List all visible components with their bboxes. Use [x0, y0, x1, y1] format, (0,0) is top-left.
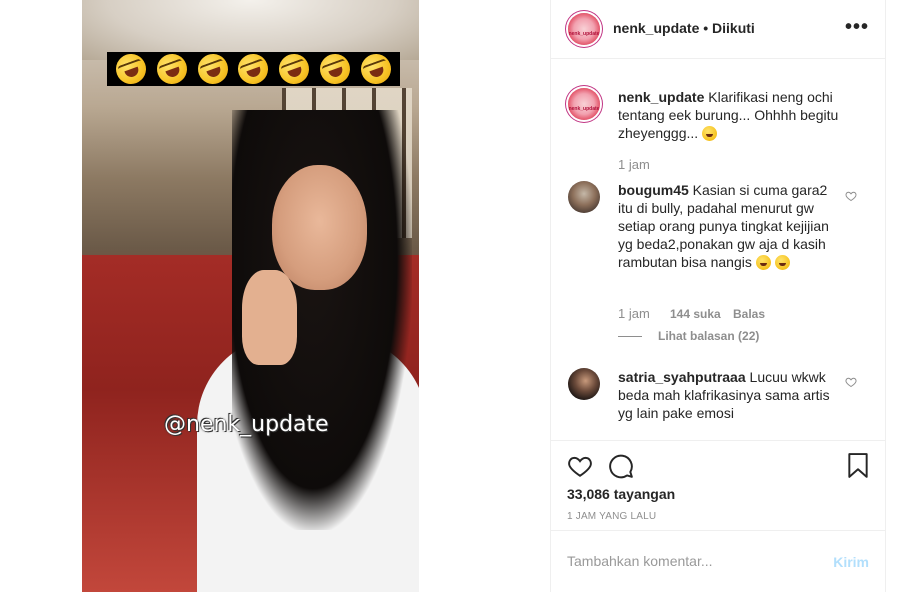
like-heart-icon[interactable]	[567, 453, 593, 479]
grinning-squinting-emoji-icon	[702, 126, 718, 141]
author-avatar[interactable]: nenk_update	[568, 13, 600, 45]
comment-bubble-icon[interactable]	[608, 453, 634, 479]
comment-username-link[interactable]: satria_syahputraaa	[618, 369, 746, 385]
follow-status-button[interactable]: Diikuti	[712, 20, 755, 36]
grinning-squinting-emoji-icon	[755, 255, 771, 270]
comment-username-link[interactable]: bougum45	[618, 182, 689, 198]
comment-like-count[interactable]: 144 suka	[670, 307, 721, 321]
reply-button-label: Balas	[733, 307, 766, 321]
caption-username-link[interactable]: nenk_update	[618, 89, 704, 105]
post-comment-button[interactable]: Kirim	[833, 554, 869, 570]
more-options-icon[interactable]: •••	[845, 16, 869, 39]
post-actions-section: 33,086 tayangan 1 JAM YANG LALU	[551, 440, 885, 531]
video-ceiling	[82, 0, 419, 60]
video-face	[272, 165, 367, 290]
post-time-ago[interactable]: 1 JAM YANG LALU	[567, 511, 656, 522]
view-count-label: tayangan	[613, 486, 676, 502]
view-count[interactable]: 33,086 tayangan	[567, 486, 675, 502]
view-replies-label: Lihat balasan (22)	[658, 329, 760, 343]
caption-author-avatar[interactable]: nenk_update	[568, 88, 600, 120]
comment-text-block: bougum45 Kasian si cuma gara2 itu di bul…	[618, 181, 843, 271]
view-replies-line	[618, 336, 642, 337]
rolling-on-floor-laughing-emoji-icon	[274, 49, 314, 89]
view-count-number: 33,086	[567, 486, 610, 502]
rolling-on-floor-laughing-emoji-icon	[112, 49, 151, 89]
avatar-logo-text: nenk_update	[568, 30, 600, 37]
grinning-squinting-emoji-icon	[774, 255, 790, 270]
rolling-on-floor-laughing-emoji-icon	[193, 49, 232, 89]
commenter-avatar[interactable]	[568, 368, 600, 400]
view-replies-button[interactable]: Lihat balasan (22)	[658, 329, 759, 343]
author-username-link[interactable]: nenk_update	[613, 20, 699, 36]
add-comment-section: Kirim	[551, 531, 885, 592]
header-username-line: nenk_update • Diikuti	[613, 20, 755, 36]
post-panel: nenk_update nenk_update • Diikuti ••• ne…	[550, 0, 886, 592]
reply-button[interactable]: Balas	[733, 307, 765, 321]
like-comment-heart-icon[interactable]	[845, 190, 857, 202]
comment-like-count-text: 144 suka	[670, 307, 721, 321]
video-watermark: @nenk_update	[164, 412, 329, 437]
post-header: nenk_update nenk_update • Diikuti •••	[551, 0, 885, 59]
comment-text-block: satria_syahputraaa Lucuu wkwk beda mah k…	[618, 368, 843, 422]
caption-timestamp[interactable]: 1 jam	[618, 157, 650, 172]
caption-text-block: nenk_update Klarifikasi neng ochi tentan…	[618, 88, 843, 142]
rolling-on-floor-laughing-emoji-icon	[234, 49, 273, 89]
commenter-avatar[interactable]	[568, 181, 600, 213]
post-video[interactable]: @nenk_update	[82, 0, 419, 592]
comments-list[interactable]: nenk_update nenk_update Klarifikasi neng…	[551, 59, 885, 441]
video-hand-heart-gesture	[242, 270, 297, 365]
rolling-on-floor-laughing-emoji-icon	[152, 49, 192, 89]
emoji-overlay-bar	[107, 49, 400, 89]
save-bookmark-icon[interactable]	[847, 453, 869, 479]
avatar-logo-text: nenk_update	[568, 105, 600, 112]
comment-timestamp[interactable]: 1 jam	[618, 306, 650, 321]
rolling-on-floor-laughing-emoji-icon	[315, 49, 355, 89]
rolling-on-floor-laughing-emoji-icon	[356, 49, 395, 89]
like-comment-heart-icon[interactable]	[845, 376, 857, 388]
header-separator: •	[699, 20, 713, 36]
add-comment-input[interactable]	[567, 553, 807, 569]
